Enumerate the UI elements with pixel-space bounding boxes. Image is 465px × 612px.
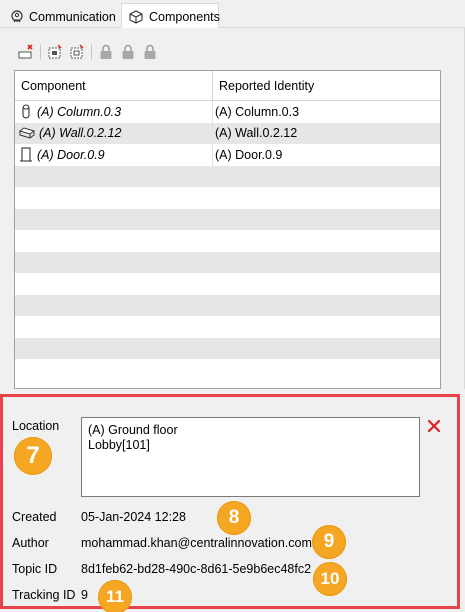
table-row[interactable]: (A) Door.0.9 (A) Door.0.9 (15, 144, 440, 166)
component-name: (A) Wall.0.2.12 (39, 126, 122, 141)
empty-row (15, 165, 440, 187)
callout-badge-11: 11 (98, 580, 132, 612)
empty-row (15, 359, 440, 381)
lock-button-1[interactable] (98, 44, 114, 60)
tab-communication[interactable]: Communication (4, 5, 120, 28)
table-cell-identity: (A) Wall.0.2.12 (215, 126, 298, 141)
callout-badge-7: 7 (14, 437, 52, 475)
location-line: Lobby[101] (88, 438, 150, 452)
callout-badge-8: 8 (217, 501, 251, 535)
author-label: Author (12, 536, 49, 550)
toolbar-separator (40, 44, 41, 60)
location-line: (A) Ground floor (88, 423, 178, 437)
empty-row (15, 251, 440, 273)
empty-row (15, 208, 440, 230)
empty-row (15, 337, 440, 359)
table-header: Component Reported Identity (15, 71, 440, 101)
remove-component-icon (18, 44, 33, 59)
table-cell-component: (A) Column.0.3 (15, 101, 213, 123)
lock-icon (122, 44, 134, 59)
lock-button-3[interactable] (142, 44, 158, 60)
callout-badge-9: 9 (312, 525, 346, 559)
created-label: Created (12, 510, 57, 524)
tracking-id-value: 9 (81, 588, 88, 602)
empty-row (15, 273, 440, 295)
component-name: (A) Column.0.3 (37, 104, 122, 119)
tab-components[interactable]: Components (121, 3, 220, 29)
column-header-reported-identity[interactable]: Reported Identity (213, 71, 440, 100)
close-icon[interactable] (426, 418, 442, 434)
lock-button-2[interactable] (120, 44, 136, 60)
created-value: 05-Jan-2024 12:28 (81, 510, 186, 524)
tab-communication-label: Communication (29, 9, 116, 24)
topic-id-label: Topic ID (12, 562, 58, 576)
empty-row (15, 230, 440, 252)
components-cube-icon (129, 9, 143, 24)
isolate-component-button[interactable] (69, 44, 85, 60)
table-row[interactable]: (A) Wall.0.2.12 (A) Wall.0.2.12 (15, 122, 440, 144)
tab-bar: Communication Components (0, 0, 465, 29)
table-cell-identity: (A) Door.0.9 (215, 147, 283, 162)
table-cell-identity: (A) Column.0.3 (215, 104, 300, 119)
select-component-icon (48, 44, 62, 59)
callout-badge-10: 10 (313, 562, 347, 596)
table-row[interactable]: (A) Column.0.3 (A) Column.0.3 (15, 101, 440, 123)
author-value: mohammad.khan@centralinnovation.com (81, 536, 312, 550)
column-icon (22, 104, 30, 119)
table-cell-component: (A) Wall.0.2.12 (15, 122, 213, 144)
tab-components-label: Components (149, 9, 220, 24)
lock-icon (100, 44, 112, 59)
component-name: (A) Door.0.9 (37, 147, 105, 162)
empty-row (15, 187, 440, 209)
empty-row (15, 294, 440, 316)
column-header-component[interactable]: Component (15, 71, 213, 100)
select-component-button[interactable] (47, 44, 63, 60)
tracking-id-label: Tracking ID (12, 588, 76, 602)
components-toolbar (18, 42, 164, 62)
wall-icon (19, 127, 35, 139)
topic-id-value: 8d1feb62-bd28-490c-8d61-5e9b6ec48fc2 (81, 562, 312, 576)
communication-icon (11, 9, 23, 22)
isolate-component-icon (70, 44, 84, 59)
location-field[interactable]: (A) Ground floor Lobby[101] (81, 417, 420, 497)
door-icon (20, 147, 32, 162)
lock-icon (144, 44, 156, 59)
empty-row (15, 316, 440, 338)
components-table[interactable]: Component Reported Identity (A) Column.0… (14, 70, 441, 389)
table-cell-component: (A) Door.0.9 (15, 144, 213, 166)
location-label: Location (12, 419, 60, 433)
remove-component-button[interactable] (18, 44, 34, 60)
toolbar-separator (91, 44, 92, 60)
